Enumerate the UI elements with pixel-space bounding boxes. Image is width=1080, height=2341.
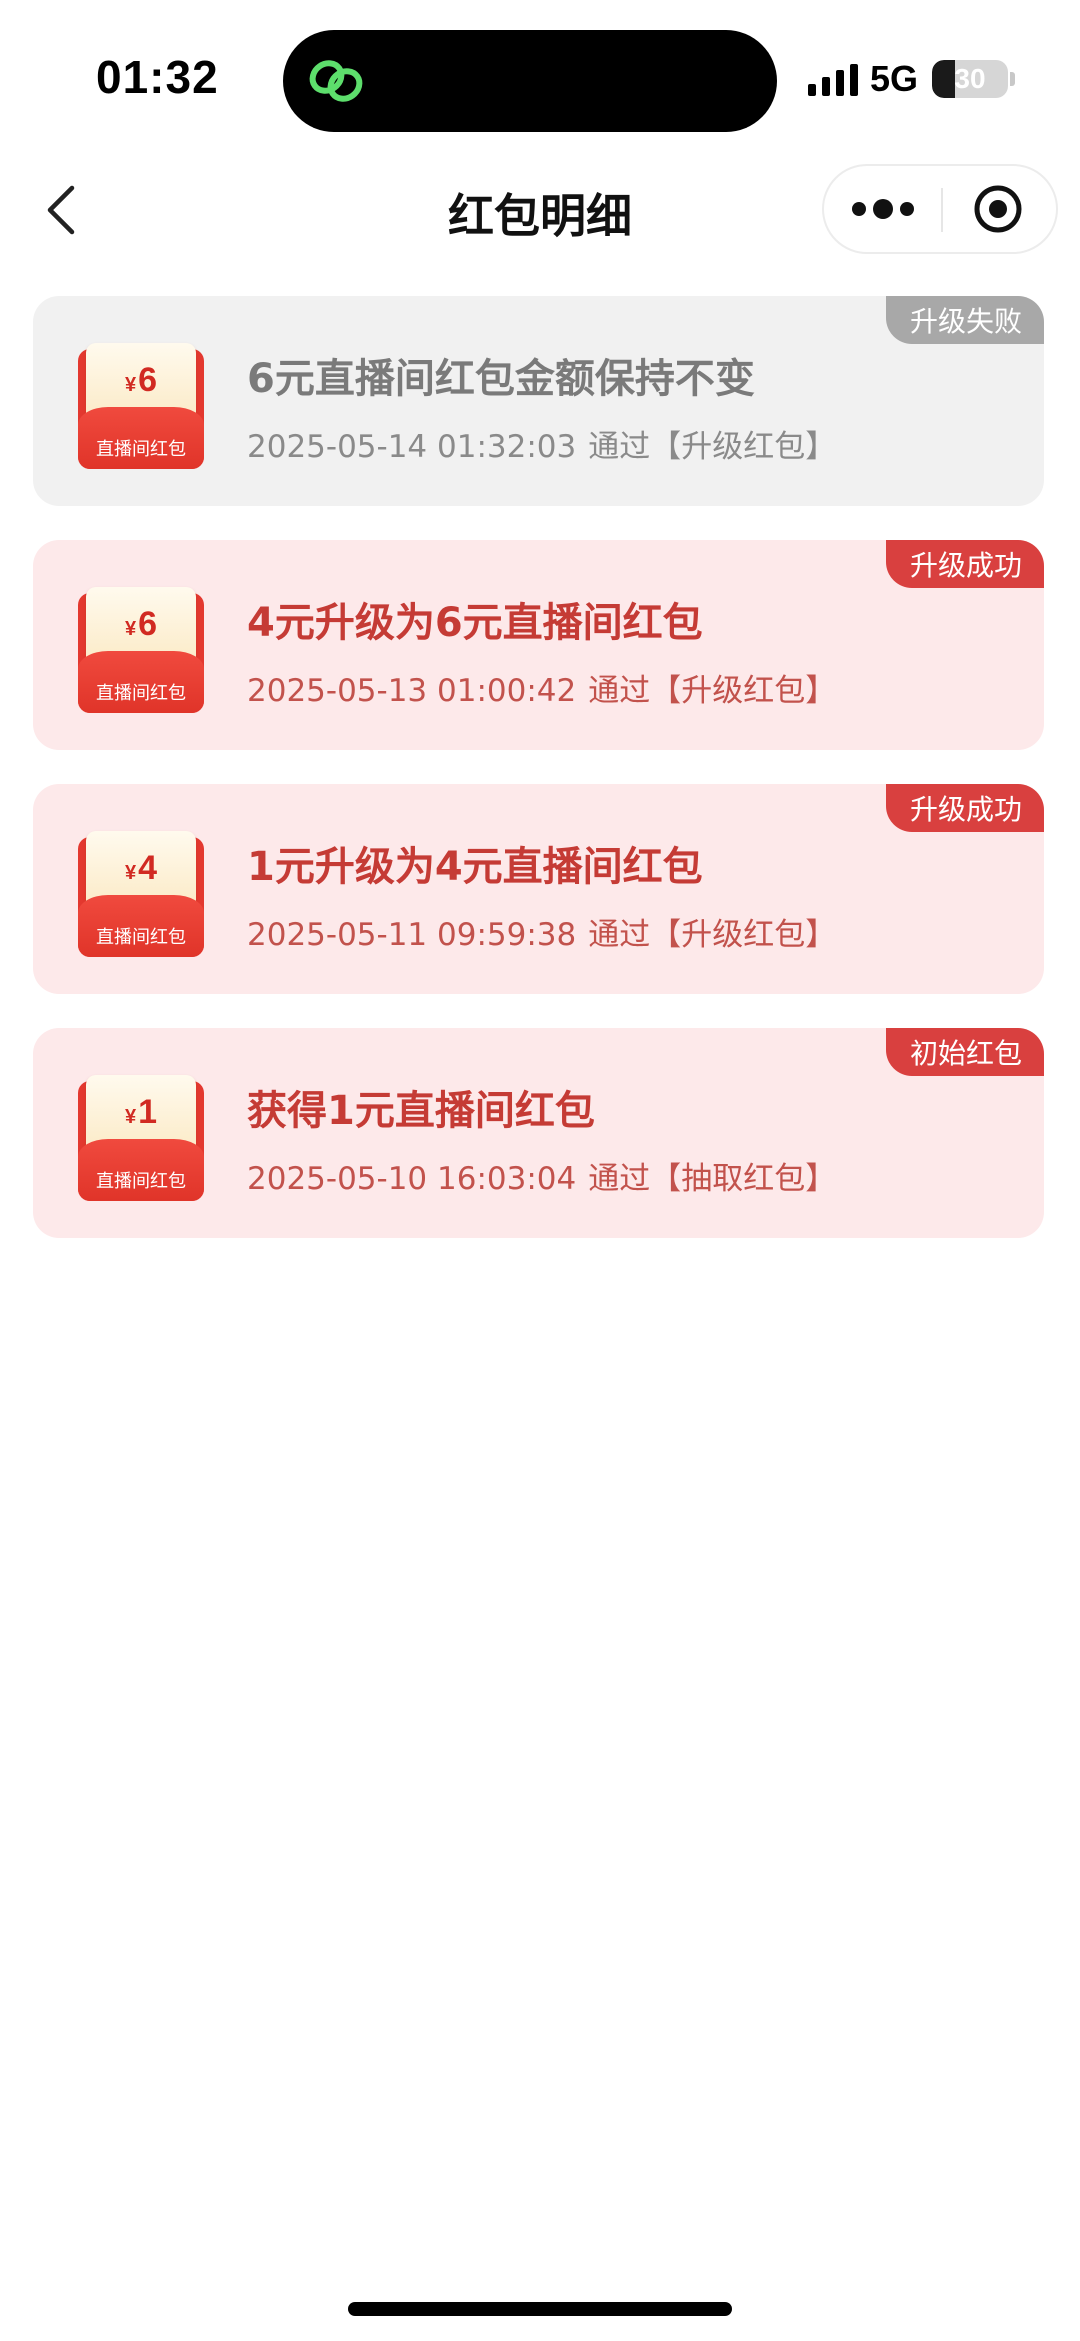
amount-value: 4 bbox=[138, 849, 158, 887]
record-datetime: 2025-05-13 01:00:42 bbox=[247, 673, 577, 709]
record-card[interactable]: 升级成功 ¥4 直播间红包 1元升级为4元直播间红包 2025-05-11 09… bbox=[33, 784, 1044, 994]
battery-nub bbox=[1010, 72, 1015, 86]
red-envelope-icon: ¥6 直播间红包 bbox=[78, 343, 204, 469]
amount-value: 1 bbox=[138, 1093, 158, 1131]
mini-program-capsule bbox=[822, 164, 1058, 254]
status-bar: 01:32 5G 30 bbox=[0, 0, 1080, 150]
envelope-label: 直播间红包 bbox=[96, 683, 186, 704]
envelope-amount: ¥4 bbox=[78, 849, 204, 888]
more-dots-icon bbox=[852, 199, 914, 219]
record-meta: 2025-05-11 09:59:38 通过【升级红包】 bbox=[247, 909, 836, 954]
loop-link-icon bbox=[309, 60, 363, 102]
amount-value: 6 bbox=[138, 361, 158, 399]
record-list: 升级失败 ¥6 直播间红包 6元直播间红包金额保持不变 2025-05-14 0… bbox=[33, 296, 1044, 1272]
record-datetime: 2025-05-10 16:03:04 bbox=[247, 1161, 577, 1197]
nav-bar: 红包明细 bbox=[0, 160, 1080, 260]
record-title: 获得1元直播间红包 bbox=[247, 1088, 595, 1134]
record-meta: 2025-05-13 01:00:42 通过【升级红包】 bbox=[247, 665, 836, 710]
page: 01:32 5G 30 红包明细 升级失败 ¥6 直播间红包 6元直播间红包金额… bbox=[0, 0, 1080, 2341]
envelope-amount: ¥6 bbox=[78, 605, 204, 644]
red-envelope-icon: ¥6 直播间红包 bbox=[78, 587, 204, 713]
record-meta: 2025-05-10 16:03:04 通过【抽取红包】 bbox=[247, 1153, 836, 1198]
record-card[interactable]: 初始红包 ¥1 直播间红包 获得1元直播间红包 2025-05-10 16:03… bbox=[33, 1028, 1044, 1238]
record-card[interactable]: 升级失败 ¥6 直播间红包 6元直播间红包金额保持不变 2025-05-14 0… bbox=[33, 296, 1044, 506]
envelope-label: 直播间红包 bbox=[96, 927, 186, 948]
amount-value: 6 bbox=[138, 605, 158, 643]
status-badge: 初始红包 bbox=[885, 1028, 1044, 1076]
record-title: 6元直播间红包金额保持不变 bbox=[247, 356, 755, 402]
record-meta: 2025-05-14 01:32:03 通过【升级红包】 bbox=[247, 421, 836, 466]
record-card[interactable]: 升级成功 ¥6 直播间红包 4元升级为6元直播间红包 2025-05-13 01… bbox=[33, 540, 1044, 750]
dynamic-island bbox=[283, 30, 777, 132]
currency-symbol: ¥ bbox=[124, 862, 137, 884]
status-badge: 升级失败 bbox=[885, 296, 1044, 344]
close-miniprogram-button[interactable] bbox=[942, 166, 1058, 252]
battery-icon: 30 bbox=[932, 60, 1008, 98]
envelope-amount: ¥6 bbox=[78, 361, 204, 400]
status-badge: 升级成功 bbox=[885, 784, 1044, 832]
record-channel: 通过【升级红包】 bbox=[588, 673, 837, 709]
red-envelope-icon: ¥4 直播间红包 bbox=[78, 831, 204, 957]
record-channel: 通过【升级红包】 bbox=[588, 917, 837, 953]
record-datetime: 2025-05-11 09:59:38 bbox=[247, 917, 577, 953]
record-title: 1元升级为4元直播间红包 bbox=[247, 844, 703, 890]
more-button[interactable] bbox=[824, 166, 942, 252]
currency-symbol: ¥ bbox=[124, 618, 137, 640]
target-close-icon bbox=[974, 185, 1022, 233]
currency-symbol: ¥ bbox=[124, 1106, 137, 1128]
currency-symbol: ¥ bbox=[124, 374, 137, 396]
envelope-label: 直播间红包 bbox=[96, 1171, 186, 1192]
status-badge: 升级成功 bbox=[885, 540, 1044, 588]
record-datetime: 2025-05-14 01:32:03 bbox=[247, 429, 577, 465]
record-title: 4元升级为6元直播间红包 bbox=[247, 600, 703, 646]
envelope-label: 直播间红包 bbox=[96, 439, 186, 460]
status-time: 01:32 bbox=[96, 51, 219, 103]
record-channel: 通过【抽取红包】 bbox=[588, 1161, 837, 1197]
home-indicator bbox=[348, 2302, 732, 2316]
network-label: 5G bbox=[870, 58, 919, 99]
battery-level: 30 bbox=[954, 63, 986, 94]
signal-icon bbox=[808, 64, 858, 96]
red-envelope-icon: ¥1 直播间红包 bbox=[78, 1075, 204, 1201]
record-channel: 通过【升级红包】 bbox=[588, 429, 837, 465]
envelope-amount: ¥1 bbox=[78, 1093, 204, 1132]
